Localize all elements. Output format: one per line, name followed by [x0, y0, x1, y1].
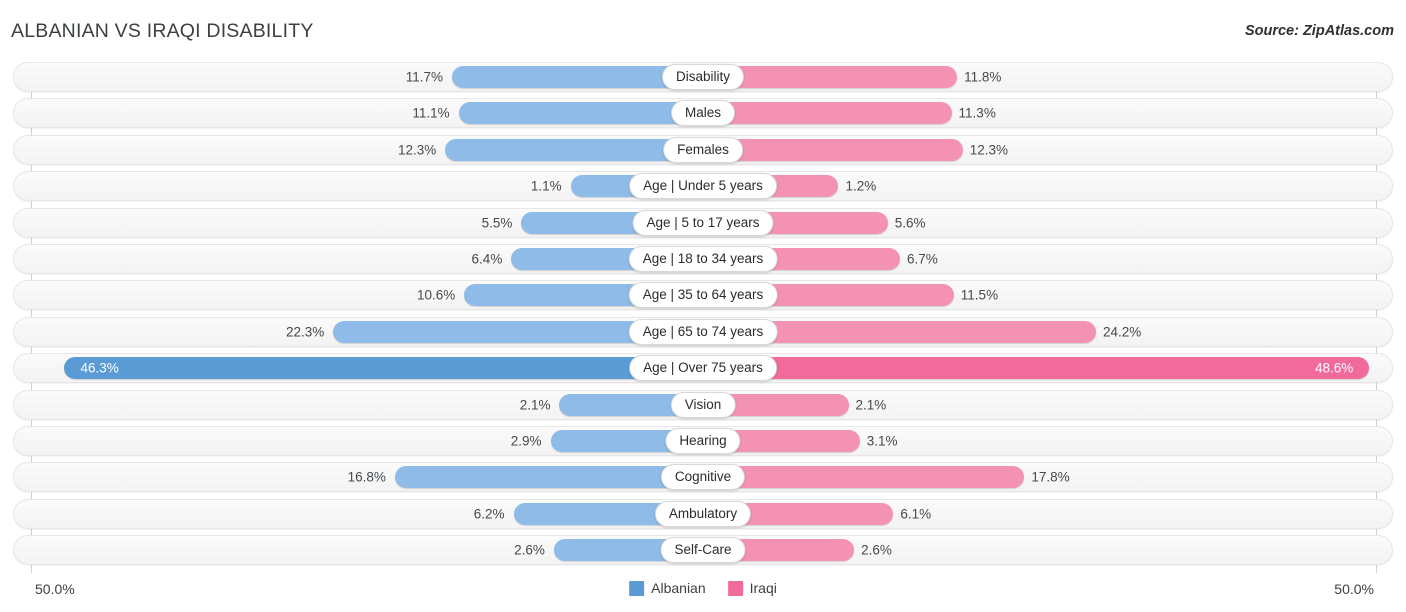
value-label-iraqi: 1.2% [845, 178, 877, 194]
chart-legend: Albanian Iraqi [629, 580, 777, 596]
value-label-albanian: 22.3% [285, 324, 325, 340]
chart-row-inner: 11.1% 11.3% Males [14, 99, 1392, 127]
value-label-albanian: 16.8% [347, 469, 386, 485]
value-label-iraqi: 11.8% [964, 69, 1002, 85]
category-label: Age | 35 to 64 years [628, 282, 778, 309]
chart-row: 2.9% 3.1% Hearing [13, 425, 1393, 456]
category-label: Vision [670, 391, 736, 418]
chart-row: 10.6% 11.5% Age | 35 to 64 years [13, 280, 1393, 311]
chart-root: ALBANIAN VS IRAQI DISABILITY Source: Zip… [0, 0, 1406, 612]
chart-row: 46.3% 48.6% Age | Over 75 years [13, 353, 1393, 384]
chart-row-inner: 12.3% 12.3% Females [14, 136, 1392, 164]
value-label-iraqi: 11.5% [960, 287, 999, 303]
chart-row: 6.2% 6.1% Ambulatory [13, 498, 1393, 529]
category-label: Males [670, 100, 736, 127]
bar-iraqi [704, 466, 1025, 489]
legend-item[interactable]: Iraqi [727, 580, 777, 596]
chart-row-inner: 10.6% 11.5% Age | 35 to 64 years [14, 281, 1392, 309]
value-label-albanian: 11.7% [405, 69, 443, 85]
category-label: Ambulatory [654, 500, 752, 527]
category-label: Age | Under 5 years [629, 173, 777, 200]
value-label-iraqi: 6.1% [900, 506, 932, 522]
value-label-iraqi: 3.1% [866, 433, 898, 449]
chart-row-inner: 2.6% 2.6% Self-Care [14, 536, 1392, 564]
chart-row-inner: 6.2% 6.1% Ambulatory [14, 500, 1392, 528]
value-label-iraqi: 17.8% [1031, 469, 1070, 485]
chart-row-inner: 22.3% 24.2% Age | 65 to 74 years [14, 318, 1392, 346]
chart-footer: 50.0% 50.0% Albanian Iraqi [0, 573, 1406, 612]
value-label-albanian: 10.6% [417, 287, 456, 303]
chart-row-inner: 2.9% 3.1% Hearing [14, 427, 1392, 455]
legend-label: Iraqi [749, 580, 777, 596]
category-label: Disability [661, 64, 745, 90]
chart-header: ALBANIAN VS IRAQI DISABILITY Source: Zip… [0, 0, 1406, 62]
value-label-albanian: 1.1% [530, 178, 562, 194]
chart-row: 2.1% 2.1% Vision [13, 389, 1393, 420]
chart-row-inner: 1.1% 1.2% Age | Under 5 years [14, 172, 1392, 200]
chart-row: 16.8% 17.8% Cognitive [13, 462, 1393, 493]
category-label: Age | Over 75 years [629, 355, 777, 382]
category-label: Age | 65 to 74 years [628, 318, 778, 345]
value-label-albanian: 2.6% [514, 542, 545, 558]
legend-swatch [727, 580, 743, 596]
category-label: Age | 5 to 17 years [632, 209, 774, 236]
value-label-albanian: 6.2% [473, 506, 505, 522]
value-label-iraqi: 6.7% [907, 251, 938, 267]
category-label: Self-Care [660, 537, 746, 564]
chart-row: 6.4% 6.7% Age | 18 to 34 years [13, 243, 1393, 274]
bar-albanian [458, 102, 704, 125]
category-label: Hearing [665, 427, 741, 454]
value-label-albanian: 5.5% [481, 215, 513, 231]
chart-row-inner: 11.7% 11.8% Disability [14, 63, 1392, 91]
axis-tick-right: 50.0% [1334, 581, 1374, 597]
chart-row: 11.1% 11.3% Males [13, 98, 1393, 129]
value-label-iraqi: 12.3% [969, 142, 1009, 158]
chart-row-inner: 5.5% 5.6% Age | 5 to 17 years [14, 209, 1392, 237]
value-label-iraqi: 24.2% [1103, 324, 1142, 340]
source-attribution: Source: ZipAtlas.com [1244, 23, 1394, 39]
chart-row: 5.5% 5.6% Age | 5 to 17 years [13, 207, 1393, 238]
bar-albanian [394, 466, 704, 489]
page-title: ALBANIAN VS IRAQI DISABILITY [11, 20, 314, 42]
value-label-albanian: 12.3% [397, 142, 437, 158]
chart-row-inner: 2.1% 2.1% Vision [14, 391, 1392, 419]
legend-swatch [629, 580, 645, 596]
category-label: Females [663, 136, 743, 163]
value-label-albanian: 11.1% [412, 105, 450, 121]
chart-row: 12.3% 12.3% Females [13, 134, 1393, 165]
value-label-iraqi: 48.6% [1315, 360, 1354, 376]
value-label-albanian: 2.9% [510, 433, 542, 449]
value-label-albanian: 2.1% [519, 397, 551, 413]
value-label-iraqi: 2.1% [855, 397, 887, 413]
category-label: Age | 18 to 34 years [628, 245, 778, 272]
chart-row-inner: 16.8% 17.8% Cognitive [14, 463, 1392, 491]
bar-iraqi: 48.6% [704, 357, 1370, 380]
axis-tick-left: 50.0% [35, 581, 75, 597]
chart-row-inner: 46.3% 48.6% Age | Over 75 years [14, 354, 1392, 382]
bar-albanian: 46.3% [64, 357, 704, 380]
chart-row: 22.3% 24.2% Age | 65 to 74 years [13, 316, 1393, 347]
value-label-albanian: 6.4% [471, 251, 503, 267]
value-label-albanian: 46.3% [80, 360, 119, 376]
bar-iraqi [704, 102, 952, 125]
value-label-iraqi: 11.3% [958, 105, 996, 121]
plot-area: 11.7% 11.8% Disability 11.1% 11.3% Males 12.3%… [0, 62, 1406, 573]
value-label-iraqi: 5.6% [894, 215, 926, 231]
category-label: Cognitive [660, 464, 746, 491]
chart-row: 2.6% 2.6% Self-Care [13, 535, 1393, 566]
legend-label: Albanian [651, 580, 706, 596]
value-label-iraqi: 2.6% [861, 542, 892, 558]
chart-row: 11.7% 11.8% Disability [13, 62, 1393, 92]
bar-rows: 11.7% 11.8% Disability 11.1% 11.3% Males 12.3%… [0, 62, 1406, 571]
chart-row-inner: 6.4% 6.7% Age | 18 to 34 years [14, 245, 1392, 273]
legend-item[interactable]: Albanian [629, 580, 706, 596]
chart-row: 1.1% 1.2% Age | Under 5 years [13, 171, 1393, 202]
